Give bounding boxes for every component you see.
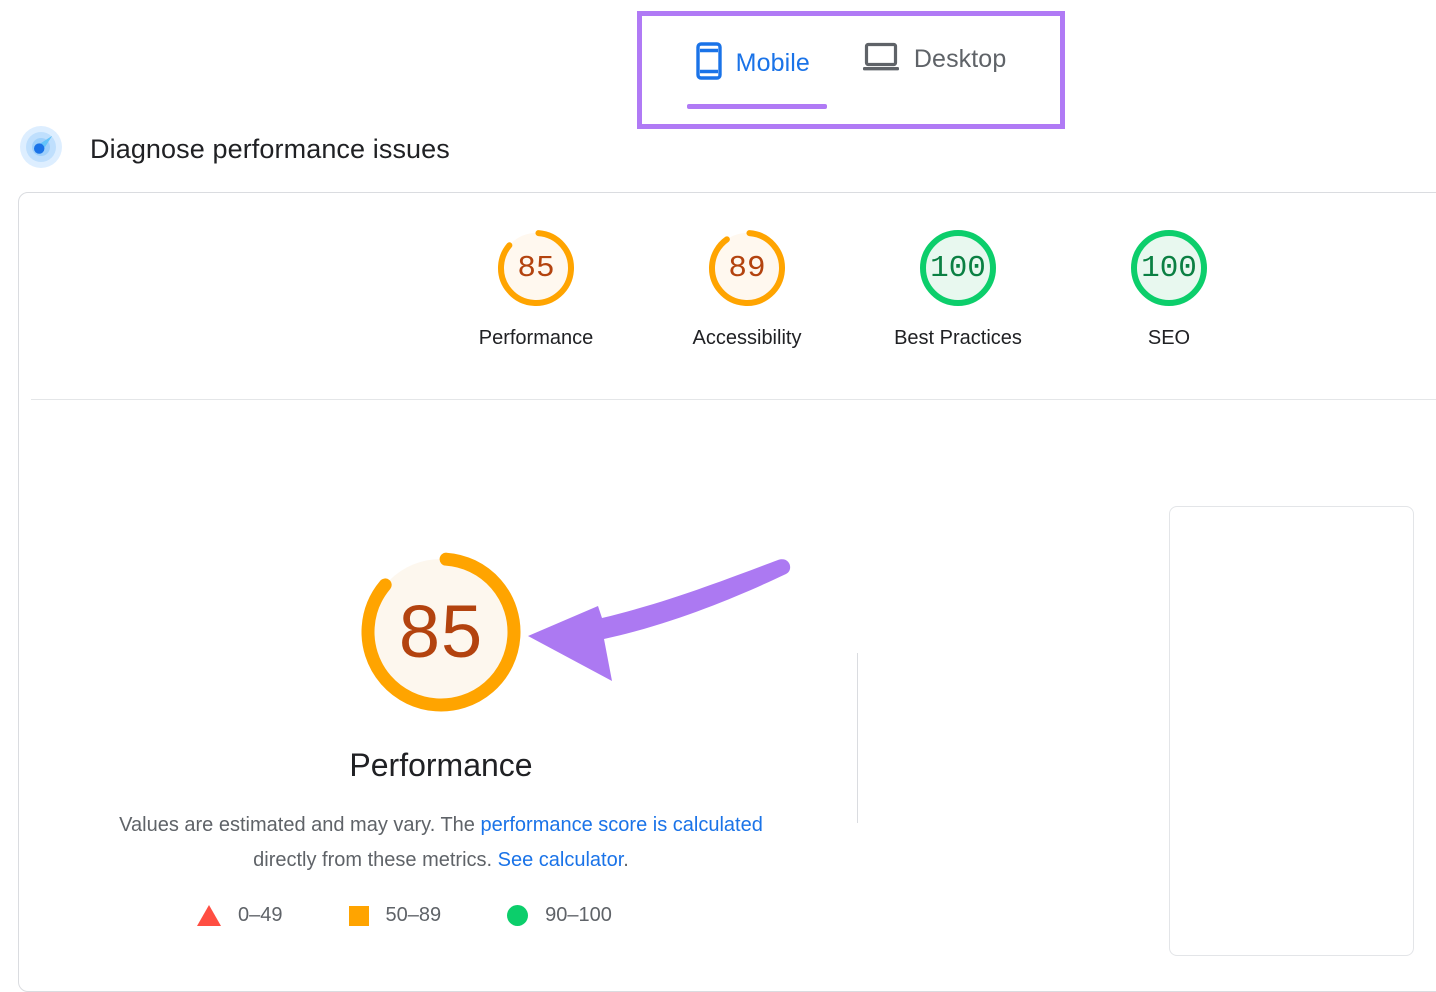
score-value-best-practices: 100	[930, 253, 986, 284]
see-calculator-link[interactable]: See calculator	[498, 849, 624, 871]
mobile-phone-icon	[696, 42, 722, 85]
gauge-ring-best-practices: 100	[915, 225, 1001, 311]
score-summary-row: 85 Performance 89 Accessibility 100	[481, 225, 1224, 350]
performance-detail-block: 85 Performance Values are estimated and …	[81, 543, 801, 878]
description-text-part1: Values are estimated and may vary. The	[119, 814, 480, 836]
page-title: Diagnose performance issues	[90, 134, 450, 165]
score-label-best-practices: Best Practices	[894, 327, 1022, 350]
gauge-ring-accessibility: 89	[704, 225, 790, 311]
circle-icon	[507, 905, 528, 926]
score-value-seo: 100	[1141, 253, 1197, 284]
score-value-accessibility: 89	[728, 253, 765, 284]
square-icon	[349, 906, 369, 926]
score-label-seo: SEO	[1148, 327, 1190, 350]
laptop-icon	[862, 42, 900, 77]
description-text-part3: .	[623, 849, 629, 871]
score-gauge-performance[interactable]: 85 Performance	[481, 225, 591, 350]
device-toggle-tabs: Mobile Desktop	[642, 16, 1060, 124]
triangle-icon	[197, 905, 221, 926]
tab-mobile[interactable]: Mobile	[696, 42, 810, 95]
legend-item-poor: 0–49	[197, 904, 283, 927]
section-vertical-divider	[857, 653, 858, 823]
legend-item-average: 50–89	[349, 904, 442, 927]
score-gauge-accessibility[interactable]: 89 Accessibility	[692, 225, 802, 350]
gauge-ring-performance: 85	[493, 225, 579, 311]
score-gauge-best-practices[interactable]: 100 Best Practices	[903, 225, 1013, 350]
device-toggle-highlight-annotation: Mobile Desktop	[637, 11, 1065, 129]
lighthouse-result-card: 85 Performance 89 Accessibility 100	[18, 192, 1436, 992]
score-value-performance: 85	[517, 253, 554, 284]
legend-label-poor: 0–49	[238, 904, 283, 927]
gauge-ring-seo: 100	[1126, 225, 1212, 311]
performance-score-gauge[interactable]: 85	[352, 543, 530, 721]
performance-score-calculated-link[interactable]: performance score is calculated	[480, 814, 762, 836]
card-section-divider	[31, 399, 1436, 400]
performance-score-value: 85	[399, 595, 483, 669]
score-label-performance: Performance	[479, 327, 594, 350]
score-label-accessibility: Accessibility	[693, 327, 802, 350]
description-text-part2: directly from these metrics.	[253, 849, 498, 871]
tab-desktop-label: Desktop	[914, 45, 1006, 74]
performance-description: Values are estimated and may vary. The p…	[91, 808, 791, 878]
active-tab-underline	[687, 104, 827, 109]
legend-item-good: 90–100	[507, 904, 612, 927]
legend-label-good: 90–100	[545, 904, 612, 927]
performance-title: Performance	[349, 747, 532, 784]
side-panel-placeholder	[1169, 506, 1414, 956]
tab-desktop[interactable]: Desktop	[862, 42, 1006, 87]
legend-label-average: 50–89	[386, 904, 442, 927]
score-gauge-seo[interactable]: 100 SEO	[1114, 225, 1224, 350]
tab-mobile-label: Mobile	[736, 49, 810, 78]
radar-gauge-icon	[18, 124, 64, 175]
page-heading: Diagnose performance issues	[18, 124, 450, 175]
score-range-legend: 0–49 50–89 90–100	[197, 904, 612, 927]
